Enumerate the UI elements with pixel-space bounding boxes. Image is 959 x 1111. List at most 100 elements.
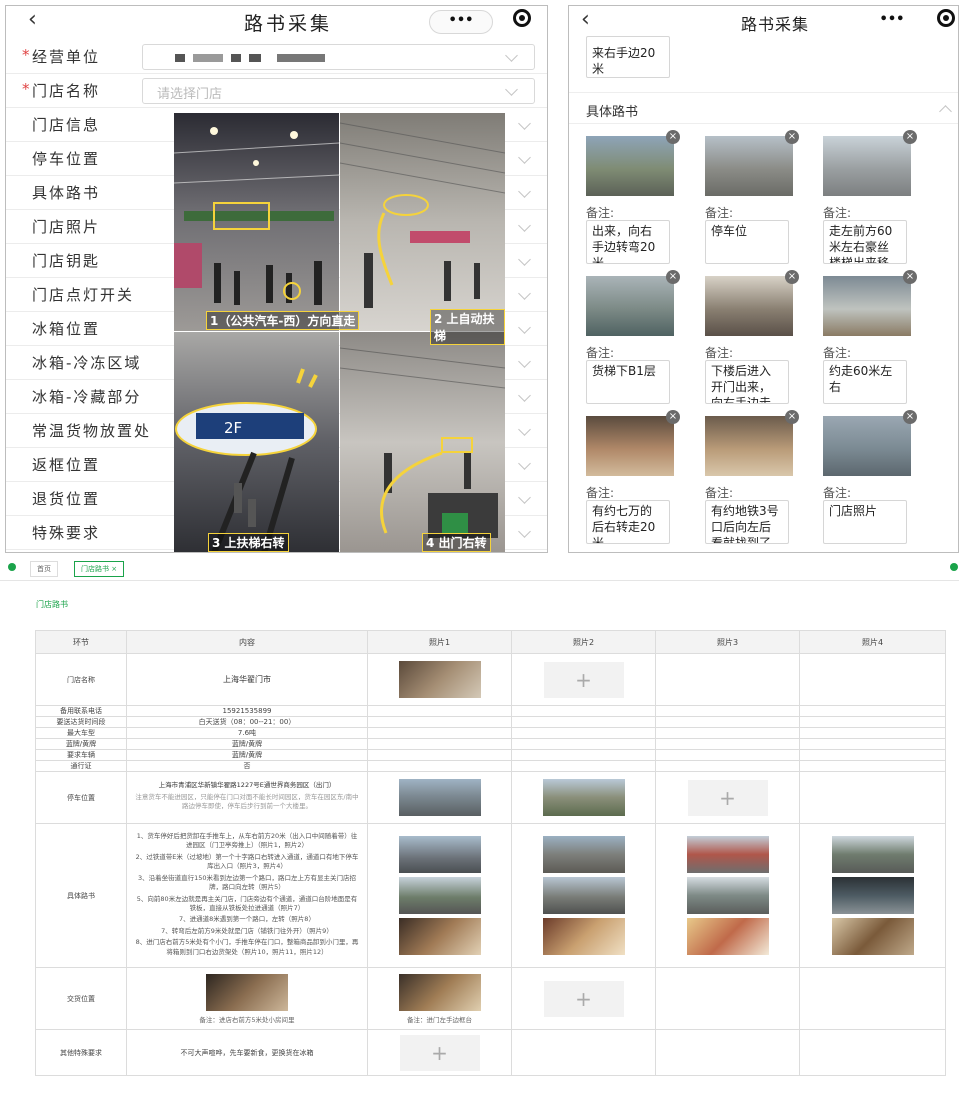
- note-field[interactable]: 有约七万的 后右转走20 米: [586, 500, 670, 544]
- store-name-placeholder: 请选择门店: [157, 87, 223, 102]
- field-label: 经营单位: [32, 48, 101, 66]
- row-label: 备用联系电话: [35, 705, 127, 717]
- row-value: 否: [126, 760, 368, 772]
- top-note[interactable]: 来右手边20 米: [586, 36, 670, 78]
- section-label: 门店钥匙: [32, 252, 101, 270]
- sign-text: 2F: [224, 419, 242, 437]
- note-label: 备注:: [823, 486, 852, 500]
- route-photo[interactable]: [823, 136, 911, 196]
- photo-thumbnail[interactable]: [686, 836, 769, 873]
- note-field[interactable]: 门店照片: [823, 500, 907, 544]
- col-header: 照片2: [511, 630, 656, 654]
- tab-route-book[interactable]: 门店路书 ×: [74, 561, 125, 577]
- table-row: 停车位置 上海市青浦区华新镇华翟路1227号E通世界商务园区（出门） 注意货车不…: [35, 771, 946, 824]
- row-label: 其他特殊要求: [35, 1029, 127, 1076]
- route-step: 5、向前80米左边就是再主关门店，门店旁边有个通道，通道口台阶地面是有铁板，直接…: [136, 894, 358, 912]
- chevron-down-icon: [518, 151, 531, 164]
- delete-photo-icon[interactable]: ×: [666, 130, 680, 144]
- row-label: 要送达货时间段: [35, 716, 127, 728]
- note-label: 备注:: [823, 346, 852, 360]
- note-field[interactable]: 货梯下B1层: [586, 360, 670, 404]
- target-icon[interactable]: [937, 9, 955, 27]
- target-icon[interactable]: [513, 9, 531, 27]
- section-label: 冰箱-冷冻区域: [32, 354, 142, 372]
- photo-thumbnail[interactable]: [542, 836, 625, 873]
- required-mark: *: [22, 80, 32, 98]
- route-photo[interactable]: [705, 276, 793, 336]
- add-photo-button[interactable]: +: [399, 1034, 480, 1071]
- photo-thumbnail[interactable]: [398, 973, 481, 1011]
- table-row: 备用联系电话 15921535899: [35, 705, 946, 717]
- add-photo-button[interactable]: +: [543, 980, 624, 1017]
- photo-thumbnail[interactable]: [686, 918, 769, 955]
- delete-photo-icon[interactable]: ×: [903, 130, 917, 144]
- route-photo[interactable]: [823, 416, 911, 476]
- photo-thumbnail[interactable]: [398, 918, 481, 955]
- tab-home[interactable]: 首页: [30, 561, 58, 577]
- delete-photo-icon[interactable]: ×: [666, 270, 680, 284]
- note-field[interactable]: 停车位: [705, 220, 789, 264]
- note-field[interactable]: 出来，向右 手边转弯20 米: [586, 220, 670, 264]
- photo-thumbnail[interactable]: [831, 918, 914, 955]
- back-icon[interactable]: ‹: [28, 7, 37, 32]
- delete-photo-icon[interactable]: ×: [903, 270, 917, 284]
- photo-thumbnail[interactable]: [206, 973, 288, 1011]
- delete-photo-icon[interactable]: ×: [785, 410, 799, 424]
- status-dot-icon: [8, 563, 16, 571]
- route-photo[interactable]: [823, 276, 911, 336]
- row-value: 7.6吨: [126, 727, 368, 739]
- note-field[interactable]: 下楼后进入 开门出来， 向右手边走: [705, 360, 789, 404]
- route-step: 3、沿着坐街道直行150米看到左边第一个路口，路口左上方有显主关门店招牌，路口向…: [137, 873, 357, 892]
- section-header[interactable]: 具体路书: [569, 92, 958, 124]
- field-business-unit: * 经营单位: [6, 40, 547, 74]
- table-row: 具体路书 1、货车停好后把货卸在手推车上，从车右前方20米（出入口中间随着带）往…: [35, 823, 946, 968]
- row-label: 通行证: [35, 760, 127, 772]
- table-row: 交货位置 备注：进店右前方5米处小房间里 备注：进门左手边框台 +: [35, 967, 946, 1030]
- chevron-up-icon: [939, 105, 952, 118]
- col-header: 照片1: [367, 630, 512, 654]
- delete-photo-icon[interactable]: ×: [785, 130, 799, 144]
- more-menu-button[interactable]: •••: [429, 10, 493, 34]
- chevron-down-icon: [518, 253, 531, 266]
- chevron-down-icon: [518, 287, 531, 300]
- note-field[interactable]: 走左前方60 米左右豪丝 楼梯出来移: [823, 220, 907, 264]
- business-unit-select[interactable]: [142, 44, 535, 70]
- route-photo[interactable]: [586, 276, 674, 336]
- photo-thumbnail[interactable]: [831, 877, 914, 914]
- route-photo[interactable]: [705, 136, 793, 196]
- store-name-select[interactable]: 请选择门店: [142, 78, 535, 104]
- add-photo-button[interactable]: +: [687, 779, 768, 816]
- photo-thumbnail[interactable]: [398, 661, 481, 698]
- note-field[interactable]: 约走60米左 右: [823, 360, 907, 404]
- note-label: 备注:: [586, 486, 615, 500]
- photo-thumbnail[interactable]: [398, 877, 481, 914]
- route-step: 1、货车停好后把货卸在手推车上，从车右前方20米（出入口中间随着带）往进园区（门…: [136, 832, 358, 850]
- mini-app-header: ‹ 路书采集 •••: [569, 6, 958, 36]
- route-photo[interactable]: [586, 136, 674, 196]
- note-field[interactable]: 有约地铁3号 口后向左后 看就找到了: [705, 500, 789, 544]
- more-menu-button[interactable]: •••: [867, 10, 917, 32]
- photo-thumbnail[interactable]: [542, 877, 625, 914]
- route-photo[interactable]: [705, 416, 793, 476]
- delete-photo-icon[interactable]: ×: [666, 410, 680, 424]
- photo-thumbnail[interactable]: [398, 836, 481, 873]
- add-photo-button[interactable]: +: [543, 661, 624, 698]
- note-label: 备注:: [705, 206, 734, 220]
- photo-thumbnail[interactable]: [542, 779, 625, 816]
- photo-thumbnail[interactable]: [398, 779, 481, 816]
- delete-photo-icon[interactable]: ×: [903, 410, 917, 424]
- back-icon[interactable]: ‹: [581, 7, 590, 32]
- store-name-value: 上海华翟门市: [126, 653, 368, 706]
- route-photo[interactable]: [586, 416, 674, 476]
- parking-address: 上海市青浦区华新镇华翟路1227号E通世界商务园区（出门）: [158, 781, 336, 790]
- row-label: 停车位置: [35, 771, 127, 824]
- collage-caption-4: 4 出门右转: [422, 533, 491, 552]
- photo-thumbnail[interactable]: [831, 836, 914, 873]
- collection-form-panel: ‹ 路书采集 ••• * 经营单位 * 门店名称 请选择门店 门店信息 停车位置 具体路…: [5, 5, 548, 553]
- route-photo-collage: 2F 1（公共汽车-西）方向直走 2 上自动扶梯 3 上扶梯右转 4 出门右转: [173, 113, 506, 552]
- collage-caption-1: 1（公共汽车-西）方向直走: [206, 311, 360, 330]
- photo-thumbnail[interactable]: [542, 918, 625, 955]
- delete-photo-icon[interactable]: ×: [785, 270, 799, 284]
- chevron-down-icon: [518, 525, 531, 538]
- photo-thumbnail[interactable]: [686, 877, 769, 914]
